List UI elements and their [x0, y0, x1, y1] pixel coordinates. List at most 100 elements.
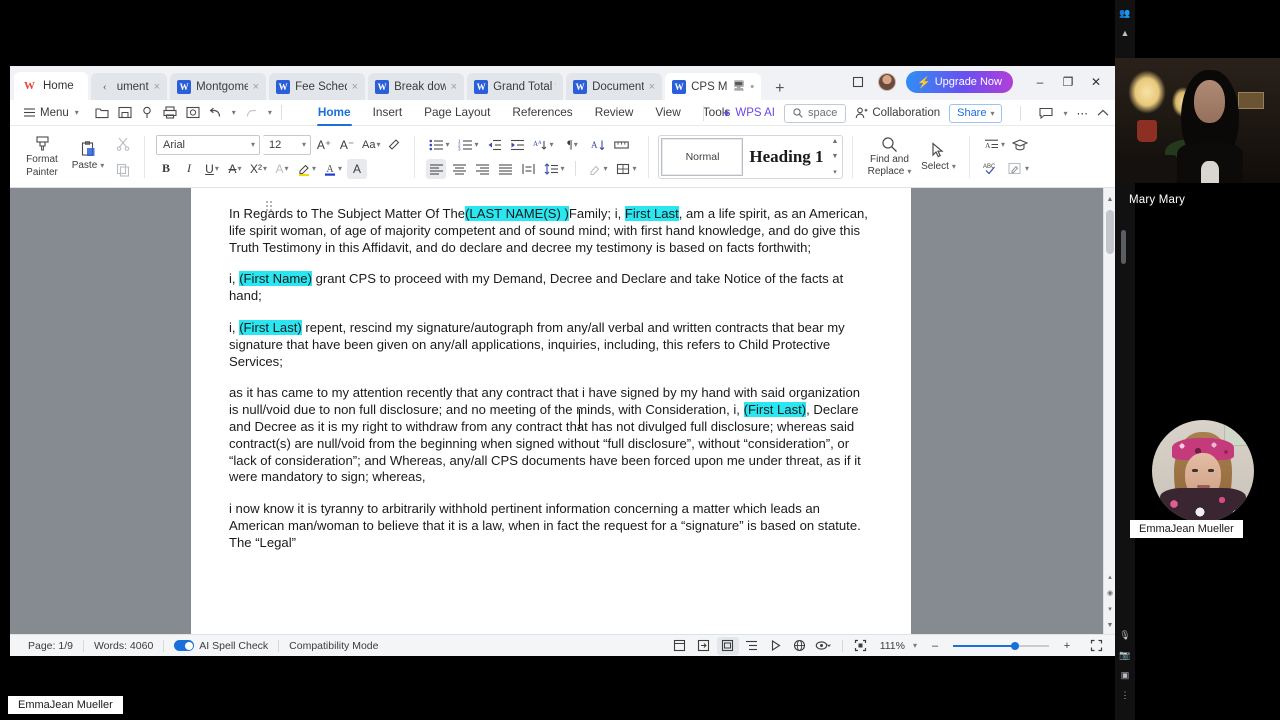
- superscript-button[interactable]: X² ▾: [248, 159, 269, 179]
- previous-page-icon[interactable]: ▴: [1104, 570, 1115, 584]
- change-case-button[interactable]: Aa ▾: [360, 135, 382, 155]
- document-canvas[interactable]: In Regards to The Subject Matter Of The(…: [10, 188, 1115, 634]
- distributed-align-button[interactable]: [518, 159, 538, 179]
- print-preview-icon[interactable]: [186, 106, 200, 119]
- document-outline-button[interactable]: A ▾: [981, 135, 1007, 155]
- find-and-replace-button[interactable]: Find and Replace ▾: [862, 136, 916, 178]
- full-screen-view-icon[interactable]: [669, 637, 691, 655]
- spell-check-button[interactable]: ABC: [981, 159, 1002, 179]
- paragraph-drag-handle[interactable]: [266, 201, 275, 213]
- document-tab[interactable]: ‹ ument ×: [90, 73, 168, 100]
- select-button[interactable]: Select ▾: [916, 141, 960, 172]
- chevron-down-icon[interactable]: ▾: [268, 108, 272, 117]
- paste-button[interactable]: Paste ▾: [65, 141, 111, 172]
- justify-button[interactable]: [495, 159, 515, 179]
- word-count[interactable]: Words: 4060: [84, 640, 163, 652]
- style-gallery-scroll[interactable]: ▲ ▼ ▾: [829, 138, 840, 176]
- maximize-button[interactable]: ❐: [1055, 71, 1081, 93]
- scroll-up-icon[interactable]: ▲: [1104, 192, 1115, 206]
- fullscreen-button[interactable]: [1085, 637, 1107, 655]
- ai-spell-check-toggle[interactable]: AI Spell Check: [164, 640, 278, 652]
- highlight-color-button[interactable]: ▾: [295, 159, 318, 179]
- ruler-toggle-button[interactable]: [611, 135, 631, 155]
- tab-view[interactable]: View: [644, 102, 691, 123]
- zoom-in-button[interactable]: +: [1056, 637, 1078, 655]
- camera-icon[interactable]: 📷: [1118, 648, 1132, 662]
- sort-ascending-button[interactable]: A: [588, 135, 608, 155]
- font-color-button[interactable]: A ▾: [321, 159, 344, 179]
- share-screen-icon[interactable]: ▣: [1118, 668, 1132, 682]
- close-icon[interactable]: ×: [352, 81, 358, 93]
- cut-icon[interactable]: [113, 134, 133, 154]
- shading-button[interactable]: ▾: [584, 159, 610, 179]
- toggle-switch[interactable]: [174, 640, 195, 651]
- text-effects-button[interactable]: A ▾: [272, 159, 292, 179]
- style-normal[interactable]: Normal: [661, 137, 744, 176]
- wps-ai-button[interactable]: ✦ WPS AI: [722, 106, 775, 120]
- clear-formatting-button[interactable]: [385, 135, 405, 155]
- chevron-down-icon[interactable]: ▾: [1063, 109, 1067, 118]
- close-icon[interactable]: ×: [154, 81, 160, 93]
- page-indicator[interactable]: Page: 1/9: [18, 640, 83, 652]
- scroll-down-icon[interactable]: ▼: [1104, 618, 1115, 632]
- chevron-down-icon[interactable]: ▼: [832, 153, 839, 160]
- scrollbar-thumb[interactable]: [1106, 210, 1114, 254]
- sort-text-button[interactable]: AA ▾: [530, 135, 556, 155]
- italic-button[interactable]: I: [179, 159, 199, 179]
- zoom-out-button[interactable]: –: [924, 637, 946, 655]
- show-formatting-marks-button[interactable]: ¶ ▾: [559, 135, 585, 155]
- close-icon[interactable]: ×: [253, 81, 259, 93]
- outline-view-icon[interactable]: [741, 637, 763, 655]
- underline-button[interactable]: U ▾: [202, 159, 222, 179]
- save-icon[interactable]: [118, 106, 132, 119]
- bold-button[interactable]: B: [156, 159, 176, 179]
- tab-review[interactable]: Review: [584, 102, 645, 123]
- align-left-button[interactable]: [426, 158, 447, 179]
- presentation-play-icon[interactable]: [765, 637, 787, 655]
- line-spacing-button[interactable]: ▾: [541, 159, 567, 179]
- tools-settings-button[interactable]: ▾: [1005, 159, 1031, 179]
- close-window-button[interactable]: ✕: [1083, 71, 1109, 93]
- zoom-slider[interactable]: [953, 640, 1049, 652]
- document-tab[interactable]: W Break dow ×: [368, 73, 465, 100]
- vertical-scrollbar[interactable]: ▲ ▴ ◉ ▾ ▼: [1103, 188, 1115, 634]
- print-icon[interactable]: [163, 106, 177, 119]
- search-input[interactable]: space: [783, 103, 847, 123]
- undo-icon[interactable]: [209, 107, 222, 119]
- collapse-ribbon-icon[interactable]: [1097, 109, 1109, 117]
- print-layout-view-icon[interactable]: [716, 636, 739, 655]
- close-icon[interactable]: ×: [451, 81, 457, 93]
- font-size-select[interactable]: 12 ▾: [263, 134, 311, 155]
- more-options-icon[interactable]: ⋯: [1077, 106, 1089, 120]
- new-tab-button[interactable]: +: [769, 80, 790, 100]
- eye-visibility-icon[interactable]: [813, 637, 835, 655]
- increase-indent-button[interactable]: [507, 135, 527, 155]
- home-tab[interactable]: W Home: [14, 72, 88, 100]
- cloud-save-icon[interactable]: [141, 106, 154, 119]
- upgrade-now-button[interactable]: ⚡ Upgrade Now: [906, 71, 1013, 93]
- tab-references[interactable]: References: [501, 102, 583, 123]
- select-browse-object-icon[interactable]: ◉: [1104, 586, 1115, 600]
- microphone-icon[interactable]: 🎙: [1118, 628, 1132, 642]
- next-page-icon[interactable]: ▾: [1104, 602, 1115, 616]
- enter-reading-layout-icon[interactable]: [693, 637, 715, 655]
- numbered-list-button[interactable]: 123 ▾: [455, 135, 481, 155]
- tab-page-layout[interactable]: Page Layout: [413, 102, 501, 123]
- document-tab[interactable]: W Fee Schedu ×: [269, 73, 366, 100]
- open-folder-icon[interactable]: [95, 106, 109, 119]
- expand-gallery-icon[interactable]: ▾: [833, 168, 837, 176]
- font-family-select[interactable]: Arial ▾: [156, 134, 260, 155]
- web-layout-icon[interactable]: [789, 637, 811, 655]
- pin-icon[interactable]: ▲: [1118, 26, 1132, 40]
- document-tab-active[interactable]: W CPS M 🖥 •: [665, 73, 762, 100]
- tab-insert[interactable]: Insert: [362, 102, 414, 123]
- document-body-text[interactable]: In Regards to The Subject Matter Of The(…: [229, 206, 873, 552]
- academic-tools-button[interactable]: [1010, 135, 1030, 155]
- document-tab[interactable]: W Montgome ×: [170, 73, 267, 100]
- style-heading-1[interactable]: Heading 1: [745, 137, 828, 176]
- chevron-down-icon[interactable]: ▾: [913, 641, 917, 650]
- zoom-level-label[interactable]: 111%: [880, 640, 905, 652]
- fit-page-icon[interactable]: [850, 637, 872, 655]
- close-icon[interactable]: •: [750, 81, 754, 93]
- decrease-font-size-button[interactable]: A⁻: [337, 135, 357, 155]
